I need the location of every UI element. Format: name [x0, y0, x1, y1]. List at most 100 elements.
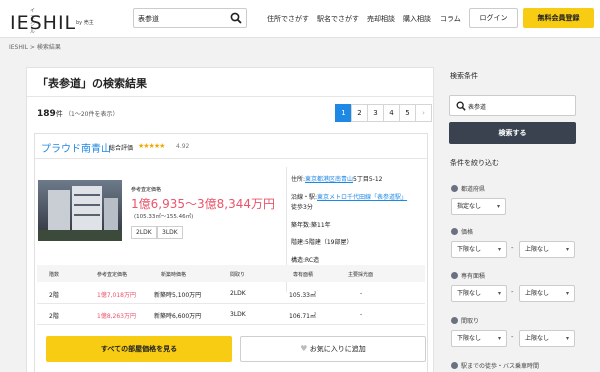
address-rest: 5丁目5-12 — [353, 176, 383, 183]
table-header: 階数 参考査定価格 新築時価格 間取り 専有面積 主要採光面 — [37, 265, 425, 282]
station-link[interactable]: 「表参道駅」 — [371, 194, 407, 201]
ref-price-label: 参考査定価格 — [131, 187, 162, 193]
register-button[interactable]: 無料会員登録 — [523, 8, 594, 28]
logo-sub: by 売主 — [76, 20, 94, 26]
refine-title: 条件を絞り込む — [450, 159, 499, 167]
range-dash: - — [511, 333, 514, 341]
cell-area: 105.33㎡ — [289, 292, 316, 299]
logo-text: IESHIL — [10, 12, 77, 34]
layout-label: 間取り — [451, 316, 479, 325]
walk-time: 徒歩3分 — [291, 204, 313, 211]
search-icon — [456, 101, 466, 111]
cell-ref-price: 1億8,263万円 — [97, 313, 136, 320]
cell-floor: 2階 — [49, 313, 59, 320]
area-range: (105.33㎡〜155.46㎡) — [134, 214, 194, 220]
search-icon[interactable] — [230, 12, 242, 24]
nav-address[interactable]: 住所でさがす — [267, 14, 309, 24]
line-station: 沿線・駅:東京メトロ千代田線「表参道駅」 — [291, 192, 407, 201]
col-ref-price: 参考査定価格 — [97, 272, 128, 278]
cell-area: 106.71㎡ — [289, 313, 316, 320]
cell-ref-price: 1億7,018万円 — [97, 292, 136, 299]
header-search-input[interactable] — [138, 12, 228, 25]
rating-value: 4.92 — [176, 143, 190, 150]
rating-stars-icon: ★★★★★ — [138, 142, 165, 150]
favorite-label: お気に入りに追加 — [309, 345, 366, 353]
sidebar-search — [449, 95, 576, 116]
area-icon — [451, 272, 458, 279]
chevron-down-icon: ▾ — [565, 290, 569, 297]
chevron-down-icon: ▾ — [496, 203, 500, 210]
col-layout: 間取り — [230, 272, 246, 278]
price-max-select[interactable]: 上限なし ▾ — [519, 241, 575, 258]
address-label: 住所: — [291, 176, 306, 183]
title-divider — [27, 96, 433, 97]
layout-tag: 2LDK — [131, 226, 157, 239]
layout-tag: 3LDK — [157, 226, 183, 239]
nav-station[interactable]: 駅名でさがす — [317, 14, 359, 24]
layout-icon — [451, 317, 458, 324]
chevron-down-icon: ▾ — [565, 335, 569, 342]
cell-light: - — [360, 311, 363, 318]
area-label: 専有面積 — [451, 271, 485, 280]
property-name[interactable]: プラウド南青山 — [41, 140, 111, 155]
page-5[interactable]: 5 — [399, 104, 416, 122]
walk-icon — [451, 362, 458, 369]
price-min-select[interactable]: 下限なし ▾ — [451, 241, 507, 258]
area-min-select[interactable]: 下限なし ▾ — [451, 285, 507, 302]
line-label: 沿線・駅: — [291, 194, 318, 201]
site-header: イエシル IESHIL by 売主 住所でさがす 駅名でさがす 売却相談 購入相… — [0, 0, 600, 38]
nav-sell[interactable]: 売却相談 — [367, 14, 395, 24]
price-label: 価格 — [451, 227, 473, 236]
walk-label: 駅までの徒歩・バス乗車時間 — [451, 361, 539, 370]
nav-column[interactable]: コラム — [440, 14, 461, 24]
line-link[interactable]: 東京メトロ千代田線 — [317, 194, 371, 201]
col-light: 主要採光面 — [348, 272, 374, 278]
table-row[interactable]: 2階 1億8,263万円 新築時6,600万円 3LDK 106.71㎡ - — [37, 304, 425, 325]
page-4[interactable]: 4 — [383, 104, 400, 122]
page-1[interactable]: 1 — [335, 104, 352, 122]
area-max-select[interactable]: 上限なし ▾ — [519, 285, 575, 302]
sidebar-title: 検索条件 — [450, 72, 478, 80]
page-3[interactable]: 3 — [367, 104, 384, 122]
sidebar-search-button[interactable]: 検索する — [449, 122, 576, 144]
cell-floor: 2階 — [49, 292, 59, 299]
nav-buy[interactable]: 購入相談 — [403, 14, 431, 24]
structure: 構造:RC造 — [291, 257, 320, 264]
yen-icon — [451, 228, 458, 235]
cell-layout: 3LDK — [230, 311, 246, 318]
cell-new-price: 新築時5,100万円 — [154, 292, 202, 299]
chevron-down-icon: ▾ — [565, 246, 569, 253]
layout-min-select[interactable]: 下限なし ▾ — [451, 330, 507, 347]
pagination: 1 2 3 4 5 › — [335, 104, 432, 122]
col-floor: 階数 — [49, 272, 60, 278]
range-dash: - — [511, 288, 514, 296]
count-number: 189 — [37, 109, 56, 119]
price-range: 1億6,935〜3億8,344万円 — [131, 197, 275, 211]
results-panel: 「表参道」の検索結果 189件 （1〜20件を表示） 1 2 3 4 5 › プ… — [26, 67, 434, 372]
address-link[interactable]: 東京都港区南青山 — [305, 176, 353, 183]
range-dash: - — [511, 244, 514, 252]
chevron-down-icon: ▾ — [497, 290, 501, 297]
col-area: 専有面積 — [293, 272, 314, 278]
floors-count: 階建:5階建（19部屋） — [291, 239, 353, 246]
sidebar-search-input[interactable] — [468, 100, 568, 112]
add-favorite-button[interactable]: ♥ お気に入りに追加 — [240, 336, 426, 362]
page-next-icon[interactable]: › — [415, 104, 432, 122]
breadcrumb[interactable]: IESHIL > 検索結果 — [9, 42, 61, 51]
page-title: 「表参道」の検索結果 — [37, 77, 147, 90]
pref-label: 都道府県 — [451, 184, 485, 193]
property-photo[interactable] — [38, 180, 122, 241]
property-card: プラウド南青山 総合評価 ★★★★★ 4.92 参考査定価格 1億6,935〜3… — [34, 133, 428, 372]
layout-max-select[interactable]: 上限なし ▾ — [519, 330, 575, 347]
address-line: 住所:東京都港区南青山5丁目5-12 — [291, 174, 382, 183]
login-button[interactable]: ログイン — [469, 8, 518, 28]
page-2[interactable]: 2 — [351, 104, 368, 122]
view-all-rooms-button[interactable]: すべての部屋価格を見る — [46, 336, 232, 362]
table-row[interactable]: 2階 1億7,018万円 新築時5,100万円 2LDK 105.33㎡ - — [37, 283, 425, 304]
building-age: 築年数:築11年 — [291, 222, 331, 229]
chevron-down-icon: ▾ — [497, 335, 501, 342]
card-divider — [35, 158, 427, 159]
pref-select[interactable]: 指定なし ▾ — [451, 198, 506, 215]
cell-light: - — [360, 290, 363, 297]
cell-new-price: 新築時6,600万円 — [154, 313, 202, 320]
